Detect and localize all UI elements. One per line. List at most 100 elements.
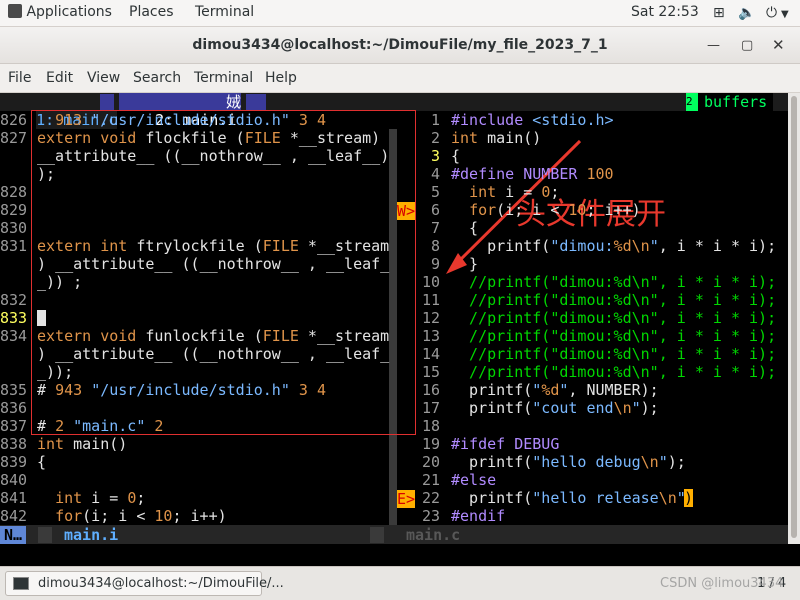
watermark: CSDN @limou3434: [660, 576, 784, 591]
code-text: #define NUMBER 100: [451, 165, 614, 183]
menu-search[interactable]: Search: [133, 70, 181, 86]
line-number: 12: [422, 309, 441, 327]
line-number: 2: [431, 129, 441, 147]
code-text: _));: [37, 363, 74, 381]
text-cursor: [37, 310, 46, 326]
line-number: [0, 345, 27, 363]
buffers-label[interactable]: buffers: [698, 93, 774, 111]
line-number: 841: [0, 489, 28, 507]
code-text: int main(): [451, 129, 542, 147]
line-number: 833: [0, 309, 28, 327]
applications-menu[interactable]: Applications: [8, 4, 112, 20]
line-number: 839: [0, 453, 28, 471]
taskbar: dimou3434@localhost:~/DimouFile/... 1 / …: [0, 566, 800, 600]
code-text: int main(): [37, 435, 128, 453]
menu-terminal[interactable]: Terminal: [194, 70, 253, 86]
terminal-area[interactable]: 1: main.c 2: main.i 娀 2 buffers W> E> N……: [0, 93, 788, 544]
code-text: ) __attribute__ ((__nothrow__ , __leaf_: [37, 345, 390, 363]
code-text: {: [451, 219, 479, 237]
status-file-left: main.i: [64, 526, 119, 544]
line-number: 7: [431, 219, 441, 237]
line-number: 835: [0, 381, 28, 399]
places-menu[interactable]: Places: [129, 4, 174, 20]
line-number: 4: [431, 165, 441, 183]
code-text: //printf("dimou:%d\n", i * i * i);: [451, 327, 777, 345]
line-number: 830: [0, 219, 28, 237]
line-number: [0, 363, 27, 381]
menu-file[interactable]: File: [8, 70, 31, 86]
power-icon[interactable]: ⏻: [766, 5, 777, 21]
line-number: 10: [422, 273, 441, 291]
network-icon[interactable]: ⊞: [713, 5, 725, 21]
menubar: File Edit View Search Terminal Help: [0, 64, 800, 93]
menu-view[interactable]: View: [87, 70, 120, 86]
code-text: //printf("dimou:%d\n", i * i * i);: [451, 345, 777, 363]
code-text: for(i; i < 10; i++): [469, 201, 641, 219]
mode-indicator: N…: [0, 526, 27, 544]
menu-help[interactable]: Help: [265, 70, 297, 86]
code-text: _)) ;: [37, 273, 83, 291]
code-text: # 943 "/usr/include/stdio.h" 3 4: [37, 381, 326, 399]
line-number: 5: [431, 183, 441, 201]
minimize-button[interactable]: —: [707, 38, 720, 53]
line-number: 827: [0, 129, 28, 147]
buffers-count: 2: [686, 93, 698, 111]
line-number: 20: [422, 453, 441, 471]
line-number: 832: [0, 291, 28, 309]
line-number: 14: [422, 345, 441, 363]
chevron-down-icon[interactable]: ▼: [781, 9, 789, 20]
clock[interactable]: Sat 22:53: [631, 4, 699, 20]
line-number: 836: [0, 399, 28, 417]
code-text: for(i; i < 10; i++): [55, 507, 227, 525]
line-number: 6: [431, 201, 441, 219]
applications-label: Applications: [26, 4, 112, 20]
code-text: int i = 0;: [469, 183, 560, 201]
tab-main-i-suffix: 娀: [226, 93, 242, 111]
line-number: 840: [0, 471, 28, 489]
line-number: 838: [0, 435, 28, 453]
code-text: extern void flockfile (FILE *__stream): [37, 129, 381, 147]
line-number: 3: [431, 147, 441, 165]
menu-edit[interactable]: Edit: [46, 70, 73, 86]
line-number: 837: [0, 417, 28, 435]
code-text: printf("hello debug\n");: [451, 453, 686, 471]
window-titlebar: dimou3434@localhost:~/DimouFile/my_file_…: [0, 27, 800, 64]
line-number: [0, 273, 27, 291]
matching-paren: ): [684, 489, 694, 507]
close-button[interactable]: ✕: [772, 36, 785, 54]
status-separator-icon: [38, 527, 52, 543]
code-text: #include <stdio.h>: [451, 111, 614, 129]
maximize-button[interactable]: ▢: [741, 38, 753, 53]
code-text: //printf("dimou:%d\n", i * i * i);: [451, 309, 777, 327]
code-text: #ifdef DEBUG: [451, 435, 560, 453]
tab-separator-icon: [100, 94, 114, 110]
code-text: //printf("dimou:%d\n", i * i * i);: [451, 291, 777, 309]
line-number: 18: [422, 417, 441, 435]
line-number: [0, 147, 27, 165]
volume-icon[interactable]: 🔈: [738, 5, 755, 21]
vim-statusline: [0, 525, 788, 544]
line-number: 842: [0, 507, 28, 525]
apps-icon: [8, 4, 22, 18]
code-text: 913 "/usr/include/stdio.h" 3 4: [55, 111, 326, 129]
tab-main-i[interactable]: 2: main.i: [119, 93, 237, 129]
line-number: 11: [422, 291, 441, 309]
scrollbar-thumb[interactable]: [791, 96, 797, 538]
line-number: 8: [431, 237, 441, 255]
line-number: 831: [0, 237, 28, 255]
line-number: [0, 165, 27, 183]
code-text: # 2 "main.c" 2: [37, 417, 164, 435]
code-text: {: [451, 147, 461, 165]
terminal-menu[interactable]: Terminal: [195, 4, 254, 20]
code-text: __attribute__ ((__nothrow__ , __leaf__): [37, 147, 390, 165]
taskbar-terminal-button[interactable]: dimou3434@localhost:~/DimouFile/...: [5, 571, 284, 596]
line-number: [0, 255, 27, 273]
line-number: 13: [422, 327, 441, 345]
terminal-icon: [13, 577, 29, 590]
code-text: printf("cout end\n");: [451, 399, 659, 417]
tab-close-icon[interactable]: [246, 94, 266, 110]
code-text: printf("hello release\n"): [451, 489, 695, 507]
code-text: }: [451, 255, 479, 273]
line-number: 17: [422, 399, 441, 417]
code-text: ) __attribute__ ((__nothrow__ , __leaf_: [37, 255, 390, 273]
